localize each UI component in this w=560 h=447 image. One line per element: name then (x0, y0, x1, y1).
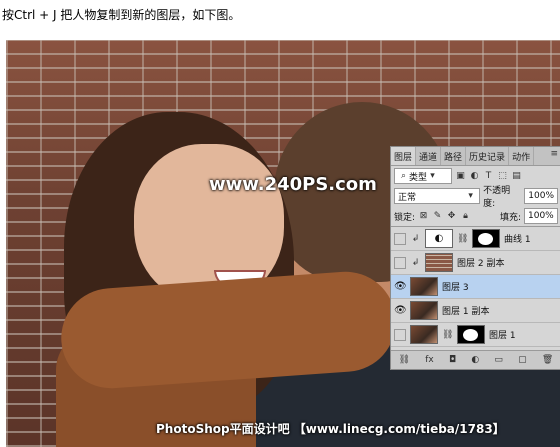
chevron-down-icon: ▾ (430, 171, 435, 181)
link-layers-icon[interactable]: ⛓ (399, 355, 410, 365)
tab-channels[interactable]: 通道 (416, 147, 442, 165)
visibility-toggle[interactable] (394, 328, 406, 341)
layer-thumbnail (425, 253, 453, 272)
adjustment-filter-icon[interactable]: ◐ (469, 171, 480, 181)
blend-mode-value: 正常 (398, 192, 417, 203)
layer-row-curves-1[interactable]: ↲ ◐ ⛓ 曲线 1 (391, 227, 560, 251)
layer-list: ↲ ◐ ⛓ 曲线 1 ↲ 图层 2 副本 👁︎ 图层 3 👁︎ 图层 1 副本 … (391, 226, 560, 347)
tab-layers[interactable]: 图层 (391, 147, 417, 165)
footer-credit: PhotoShop平面设计吧 【www.linecg.com/tieba/178… (156, 422, 505, 436)
new-layer-icon[interactable]: ▢ (518, 355, 527, 365)
panel-bottom-toolbar: ⛓ fx ◘ ◐ ▭ ▢ 🗑︎ (391, 350, 560, 369)
pixel-filter-icon[interactable]: ▣ (455, 171, 466, 181)
layer-mask-thumbnail[interactable] (472, 229, 500, 248)
visibility-toggle[interactable] (394, 232, 406, 245)
new-group-icon[interactable]: ▭ (494, 355, 503, 365)
eye-icon[interactable]: 👁︎ (394, 281, 407, 293)
panel-menu-icon[interactable]: ≡ (547, 147, 560, 165)
shape-filter-icon[interactable]: ⬚ (497, 171, 508, 181)
lock-brush-icon[interactable]: ✎ (432, 211, 443, 221)
layer-name: 曲线 1 (504, 235, 531, 245)
tab-actions[interactable]: 动作 (509, 147, 535, 165)
layer-name: 图层 1 副本 (442, 307, 490, 317)
smart-filter-icon[interactable]: ▤ (511, 171, 522, 181)
tab-history[interactable]: 历史记录 (466, 147, 510, 165)
layer-name: 图层 1 (489, 331, 516, 341)
layer-row-layer-1[interactable]: ⛓ 图层 1 (391, 323, 560, 347)
clip-indicator-icon: ↲ (411, 233, 420, 244)
layer-row-layer-3[interactable]: 👁︎ 图层 3 (391, 275, 560, 299)
link-icon: ⛓ (457, 233, 469, 244)
lock-row: 锁定: ⊠ ✎ ✥ 🔒︎ 填充: 100% (391, 206, 560, 226)
caption-text: 按Ctrl + J 把人物复制到新的图层，如下图。 (2, 8, 241, 22)
blend-mode-select[interactable]: 正常 ▾ (394, 188, 481, 204)
opacity-input[interactable]: 100% (524, 188, 558, 204)
layers-panel: 图层 通道 路径 历史记录 动作 ≡ ⌕ 类型 ▾ ▣ ◐ T ⬚ ▤ 正常 ▾… (390, 146, 560, 370)
lock-transparent-icon[interactable]: ⊠ (418, 211, 429, 221)
layer-thumbnail (410, 325, 438, 344)
link-icon: ⛓ (442, 329, 454, 340)
layer-thumbnail (410, 277, 438, 296)
layer-name: 图层 2 副本 (457, 259, 505, 269)
tab-paths[interactable]: 路径 (441, 147, 467, 165)
filter-kind-label: 类型 (409, 172, 428, 183)
layer-name: 图层 3 (442, 283, 469, 293)
lock-move-icon[interactable]: ✥ (446, 211, 457, 221)
layer-mask-thumbnail[interactable] (457, 325, 485, 344)
type-filter-icon[interactable]: T (483, 171, 494, 181)
fx-icon[interactable]: fx (425, 355, 434, 365)
new-adjustment-icon[interactable]: ◐ (471, 355, 479, 365)
fill-label: 填充: (499, 212, 521, 223)
blend-row: 正常 ▾ 不透明度: 100% (391, 186, 560, 209)
panel-tabs: 图层 通道 路径 历史记录 动作 ≡ (391, 147, 560, 166)
lock-label: 锁定: (394, 212, 416, 223)
layer-row-layer-1-copy[interactable]: 👁︎ 图层 1 副本 (391, 299, 560, 323)
eye-icon[interactable]: 👁︎ (394, 305, 407, 317)
chevron-down-icon: ▾ (468, 191, 473, 201)
add-mask-icon[interactable]: ◘ (449, 355, 456, 365)
search-icon: ⌕ (400, 171, 407, 181)
filter-kind-select[interactable]: ⌕ 类型 ▾ (394, 168, 452, 184)
curves-adjustment-icon: ◐ (425, 229, 453, 248)
fill-input[interactable]: 100% (524, 208, 558, 224)
layer-row-layer-2-copy[interactable]: ↲ 图层 2 副本 (391, 251, 560, 275)
watermark-text: www.240PS.com (209, 174, 377, 195)
filter-row: ⌕ 类型 ▾ ▣ ◐ T ⬚ ▤ (391, 166, 560, 186)
trash-icon[interactable]: 🗑︎ (542, 355, 553, 365)
layer-thumbnail (410, 301, 438, 320)
lock-all-icon[interactable]: 🔒︎ (460, 211, 471, 221)
visibility-toggle[interactable] (394, 256, 406, 269)
clip-indicator-icon: ↲ (411, 257, 420, 268)
opacity-label: 不透明度: (483, 186, 511, 209)
